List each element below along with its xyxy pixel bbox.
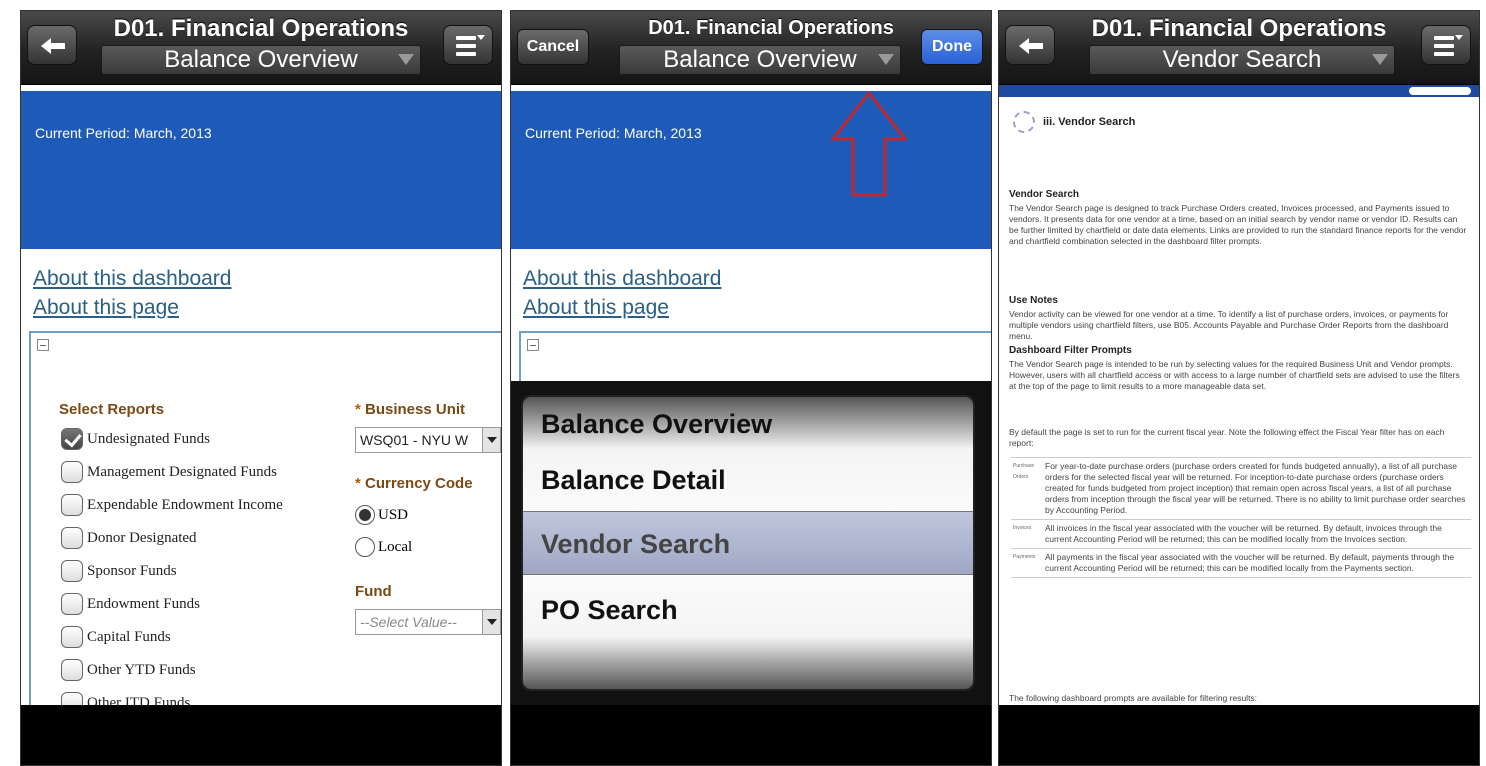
- checkbox-icon[interactable]: [61, 461, 83, 483]
- table-row: Invoices All invoices in the fiscal year …: [1011, 520, 1471, 549]
- table-row: Purchase Orders For year-to-date purchase…: [1011, 458, 1471, 520]
- caret-icon: [477, 35, 485, 40]
- dropdown-arrow-icon: [482, 428, 500, 452]
- panel-vendor-search: D01. Financial Operations Vendor Search …: [998, 10, 1480, 766]
- current-period: Current Period: March, 2013: [35, 125, 212, 141]
- picker-option[interactable]: Balance Detail: [541, 465, 726, 496]
- business-unit-label: * Business Unit: [355, 401, 466, 418]
- about-page-link[interactable]: About this page: [33, 296, 179, 320]
- red-arrow-annotation-icon: [829, 90, 909, 197]
- section-text: Vendor activity can be viewed for one ve…: [1009, 309, 1449, 341]
- radio-icon[interactable]: [355, 537, 375, 557]
- picker-option-selected[interactable]: Vendor Search: [541, 529, 730, 560]
- checkbox-icon[interactable]: [61, 527, 83, 549]
- report-checkbox[interactable]: Capital Funds: [61, 625, 171, 649]
- business-unit-select[interactable]: WSQ01 - NYU W: [355, 427, 501, 453]
- fiscal-year-note: By default the page is set to run for th…: [1009, 427, 1445, 448]
- section-text: The Vendor Search page is designed to tr…: [1009, 203, 1467, 246]
- top-bar: D01. Financial Operations Balance Overvi…: [21, 11, 501, 85]
- period-banner: Current Period: March, 2013: [511, 91, 991, 249]
- help-document: iii. Vendor Search Vendor Search The Ven…: [999, 85, 1479, 705]
- report-checkbox[interactable]: Other ITD Funds: [61, 691, 190, 705]
- page-select-label: Balance Overview: [663, 46, 857, 73]
- current-period: Current Period: March, 2013: [525, 125, 702, 141]
- report-checkbox[interactable]: Endowment Funds: [61, 592, 200, 616]
- currency-usd-radio[interactable]: USD: [355, 505, 408, 525]
- picker-wheel[interactable]: Balance Overview Balance Detail Vendor S…: [521, 395, 975, 691]
- about-page-link[interactable]: About this page: [523, 296, 669, 320]
- checkbox-checked-icon[interactable]: [61, 428, 83, 450]
- page-picker: Balance Overview Balance Detail Vendor S…: [511, 381, 991, 705]
- checkbox-icon[interactable]: [61, 494, 83, 516]
- report-checkbox[interactable]: Expendable Endowment Income: [61, 493, 283, 517]
- about-dashboard-link[interactable]: About this dashboard: [523, 267, 721, 291]
- chevron-down-icon: [398, 54, 414, 65]
- collapse-icon[interactable]: [527, 339, 539, 351]
- gear-icon: [1013, 111, 1035, 133]
- app-title: D01. Financial Operations: [1091, 15, 1387, 42]
- report-checkbox[interactable]: Management Designated Funds: [61, 460, 277, 484]
- menu-icon: [456, 36, 476, 60]
- picker-option[interactable]: Balance Overview: [541, 409, 772, 440]
- panel-page-picker: Cancel D01. Financial Operations Balance…: [510, 10, 992, 766]
- currency-code-label: * Currency Code: [355, 475, 473, 492]
- checkbox-icon[interactable]: [61, 659, 83, 681]
- picker-option[interactable]: PO Search: [541, 595, 678, 626]
- screenshot-stage: D01. Financial Operations Balance Overvi…: [0, 0, 1486, 766]
- currency-local-radio[interactable]: Local: [355, 537, 412, 557]
- fund-label: Fund: [355, 583, 392, 600]
- report-checkbox[interactable]: Undesignated Funds: [61, 427, 210, 451]
- section-heading: Vendor Search: [1009, 189, 1080, 200]
- dropdown-arrow-icon: [482, 610, 500, 634]
- doc-title: iii. Vendor Search: [1013, 111, 1135, 133]
- bottom-bar: [511, 705, 991, 765]
- menu-icon: [1434, 36, 1454, 60]
- menu-button[interactable]: [1421, 25, 1471, 65]
- period-banner: Current Period: March, 2013: [21, 91, 501, 249]
- doc-search-input[interactable]: [1409, 87, 1471, 95]
- app-title: D01. Financial Operations: [113, 15, 409, 42]
- report-checkbox[interactable]: Donor Designated: [61, 526, 197, 550]
- fiscal-effect-table: Purchase Orders For year-to-date purchase…: [1011, 457, 1471, 578]
- about-dashboard-link[interactable]: About this dashboard: [33, 267, 231, 291]
- menu-button[interactable]: [443, 25, 493, 65]
- report-checkbox[interactable]: Sponsor Funds: [61, 559, 177, 583]
- checkbox-icon[interactable]: [61, 593, 83, 615]
- top-bar: Cancel D01. Financial Operations Balance…: [511, 11, 991, 85]
- chevron-down-icon: [1372, 54, 1388, 65]
- panel-balance-overview: D01. Financial Operations Balance Overvi…: [20, 10, 502, 766]
- section-heading: Use Notes: [1009, 295, 1058, 306]
- table-row: Payments All payments in the fiscal year …: [1011, 549, 1471, 578]
- select-reports-title: Select Reports: [59, 401, 165, 418]
- done-button[interactable]: Done: [921, 29, 983, 65]
- footer-text: The following dashboard prompts are avai…: [1009, 693, 1258, 703]
- page-select-label: Balance Overview: [164, 46, 358, 73]
- radio-selected-icon[interactable]: [355, 505, 375, 525]
- fund-select[interactable]: --Select Value--: [355, 609, 501, 635]
- collapse-icon[interactable]: [37, 339, 49, 351]
- checkbox-icon[interactable]: [61, 560, 83, 582]
- checkbox-icon[interactable]: [61, 626, 83, 648]
- top-bar: D01. Financial Operations Vendor Search: [999, 11, 1479, 85]
- page-select[interactable]: Balance Overview: [619, 45, 901, 75]
- checkbox-icon[interactable]: [61, 692, 83, 705]
- page-select-label: Vendor Search: [1162, 46, 1322, 73]
- chevron-down-icon: [878, 54, 894, 65]
- bottom-bar: [21, 705, 501, 765]
- bottom-bar: [999, 705, 1479, 765]
- doc-nav-bar: [999, 85, 1479, 97]
- section-heading: Dashboard Filter Prompts: [1009, 345, 1132, 356]
- page-select[interactable]: Balance Overview: [101, 45, 421, 75]
- page-select[interactable]: Vendor Search: [1089, 45, 1395, 75]
- caret-icon: [1455, 35, 1463, 40]
- page-content: Current Period: March, 2013 About this d…: [21, 85, 501, 705]
- report-checkbox[interactable]: Other YTD Funds: [61, 658, 196, 682]
- section-text: The Vendor Search page is intended to be…: [1009, 359, 1460, 391]
